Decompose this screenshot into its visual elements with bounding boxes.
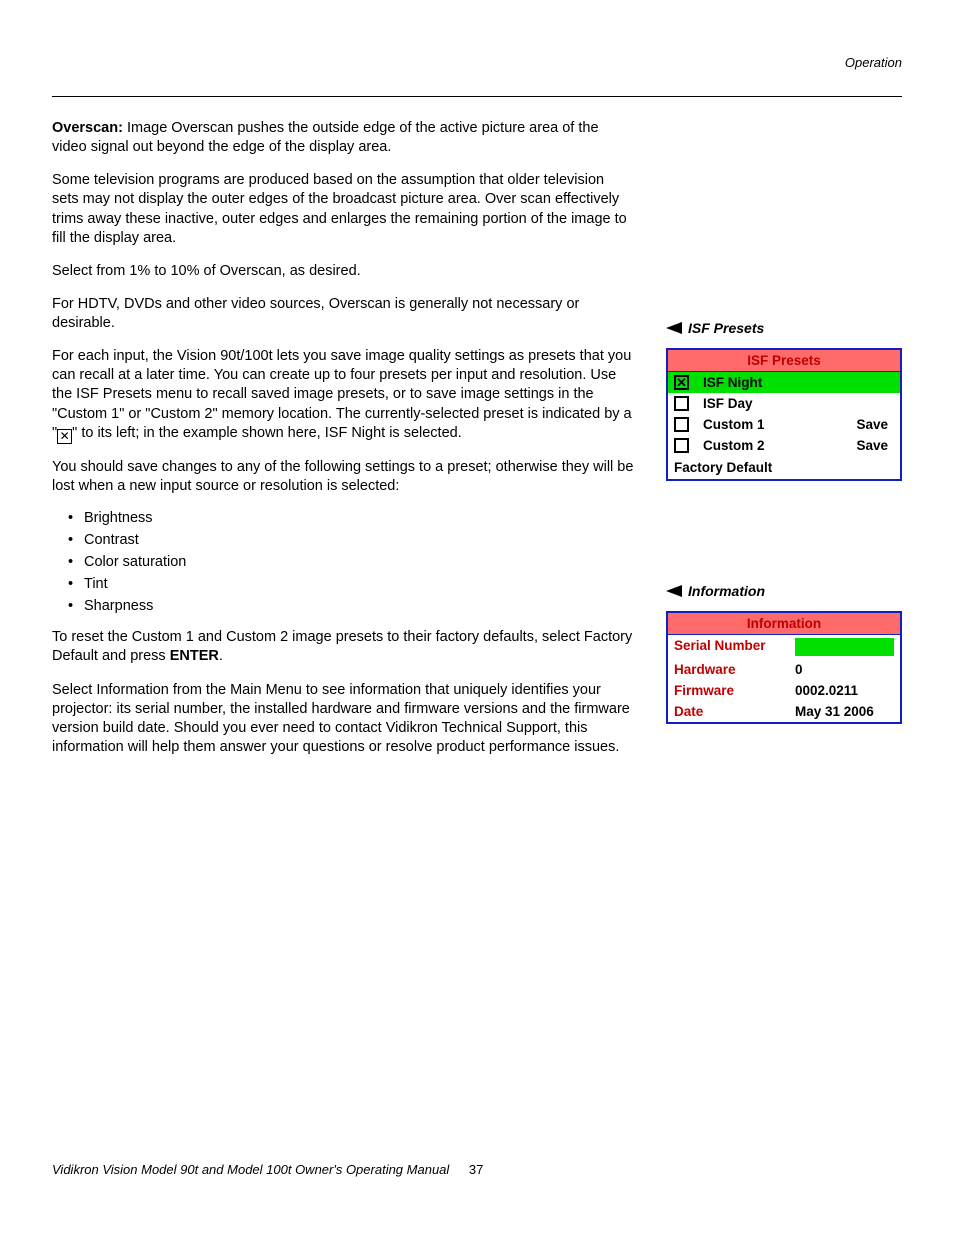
checked-box-icon: ✕: [57, 429, 72, 444]
page-footer: Vidikron Vision Model 90t and Model 100t…: [52, 1162, 483, 1177]
overscan-text: Image Overscan pushes the outside edge o…: [52, 120, 599, 155]
checkbox-icon: [674, 417, 689, 432]
sidebar-column: ISF Presets ISF Presets ✕ ISF Night ISF …: [666, 119, 902, 771]
header-rule: [52, 96, 902, 97]
paragraph: Some television programs are produced ba…: [52, 171, 634, 248]
section-name: Operation: [845, 55, 902, 70]
checkbox-icon: [674, 438, 689, 453]
paragraph: You should save changes to any of the fo…: [52, 458, 634, 496]
menu-row-isf-day[interactable]: ISF Day: [668, 393, 900, 414]
page-number: 37: [469, 1162, 483, 1177]
menu-title: ISF Presets: [668, 350, 900, 372]
overscan-heading: Overscan:: [52, 120, 123, 136]
footer-text: Vidikron Vision Model 90t and Model 100t…: [52, 1162, 449, 1177]
info-row-hardware: Hardware 0: [668, 659, 900, 680]
info-row-firmware: Firmware 0002.0211: [668, 680, 900, 701]
triangle-left-icon: [666, 322, 682, 334]
running-header: Operation: [52, 55, 902, 70]
list-item: Color saturation: [68, 554, 634, 570]
paragraph-information: Select Information from the Main Menu to…: [52, 681, 634, 758]
triangle-left-icon: [666, 585, 682, 597]
main-column: Overscan: Image Overscan pushes the outs…: [52, 119, 634, 771]
information-heading: Information: [666, 583, 902, 599]
menu-row-factory-default[interactable]: Factory Default: [668, 456, 900, 479]
paragraph-reset: To reset the Custom 1 and Custom 2 image…: [52, 628, 634, 666]
checkbox-icon: [674, 396, 689, 411]
paragraph-isf: For each input, the Vision 90t/100t lets…: [52, 347, 634, 444]
list-item: Tint: [68, 576, 634, 592]
info-row-serial: Serial Number: [668, 635, 900, 659]
checkbox-checked-icon: ✕: [674, 375, 689, 390]
paragraph: Select from 1% to 10% of Overscan, as de…: [52, 262, 634, 281]
list-item: Brightness: [68, 510, 634, 526]
menu-row-custom2[interactable]: Custom 2 Save: [668, 435, 900, 456]
settings-list: Brightness Contrast Color saturation Tin…: [68, 510, 634, 614]
menu-row-isf-night[interactable]: ✕ ISF Night: [668, 372, 900, 393]
isf-presets-menu: ISF Presets ✕ ISF Night ISF Day Custom 1…: [666, 348, 902, 481]
menu-title: Information: [668, 613, 900, 635]
save-action[interactable]: Save: [856, 438, 894, 453]
list-item: Sharpness: [68, 598, 634, 614]
info-row-date: Date May 31 2006: [668, 701, 900, 722]
list-item: Contrast: [68, 532, 634, 548]
isf-presets-heading: ISF Presets: [666, 320, 902, 336]
save-action[interactable]: Save: [856, 417, 894, 432]
information-menu: Information Serial Number Hardware 0 Fir…: [666, 611, 902, 724]
paragraph-overscan: Overscan: Image Overscan pushes the outs…: [52, 119, 634, 157]
menu-row-custom1[interactable]: Custom 1 Save: [668, 414, 900, 435]
paragraph: For HDTV, DVDs and other video sources, …: [52, 295, 634, 333]
serial-value-highlight: [795, 638, 894, 656]
